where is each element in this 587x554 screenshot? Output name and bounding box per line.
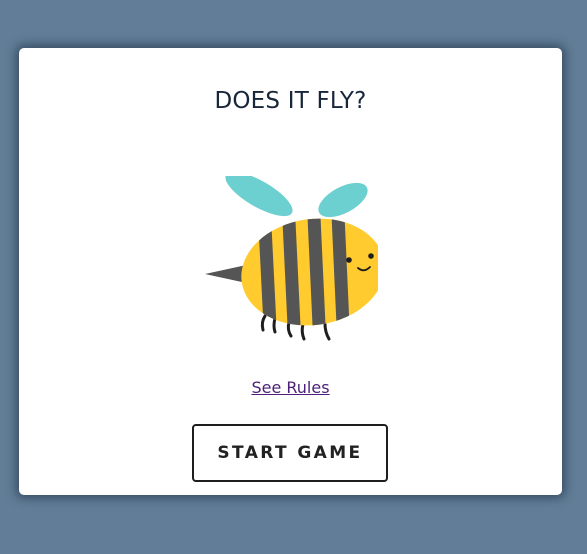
start-screen-card: DOES IT FLY? See Rules START GAME [19, 48, 562, 495]
start-game-button[interactable]: START GAME [192, 424, 388, 482]
game-title: DOES IT FLY? [214, 88, 367, 114]
rules-link-container: See Rules [19, 378, 562, 397]
bee-icon [205, 176, 378, 341]
see-rules-link[interactable]: See Rules [251, 378, 329, 397]
